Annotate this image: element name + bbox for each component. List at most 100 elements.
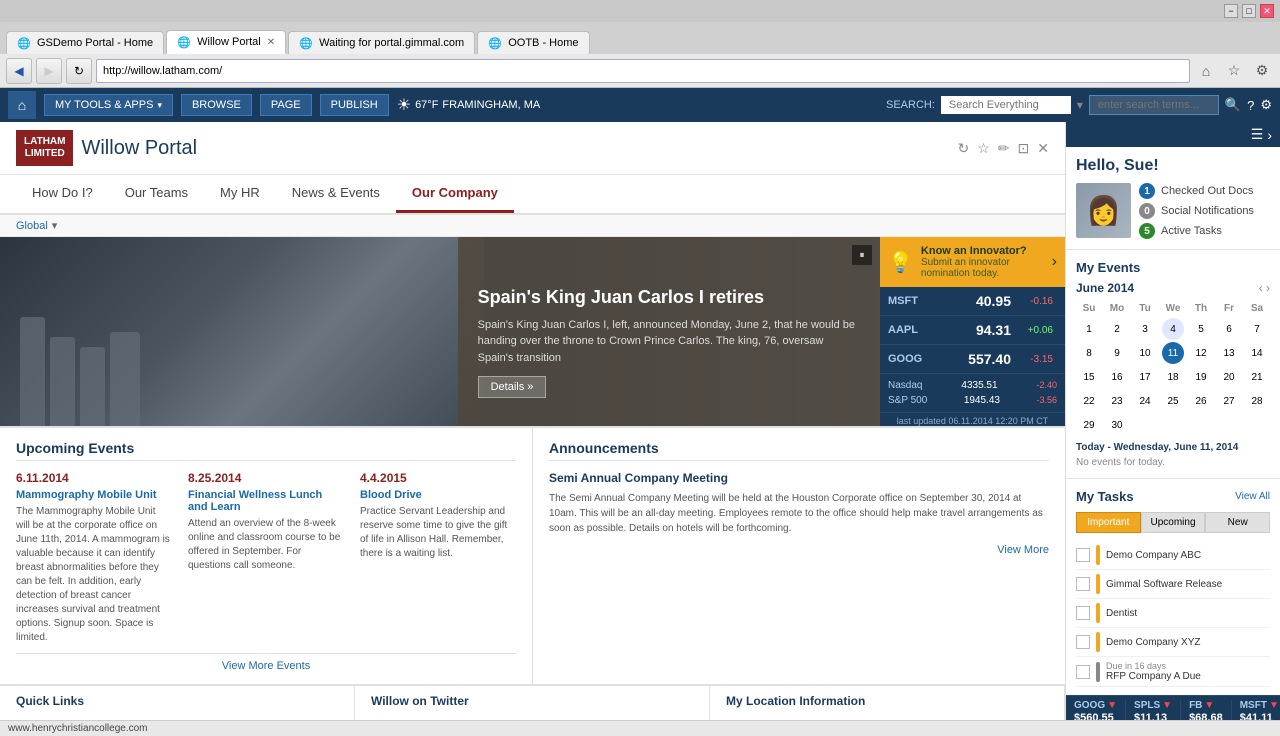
- cal-day-30[interactable]: 30: [1106, 414, 1128, 436]
- stat-label-social: Social Notifications: [1161, 205, 1254, 217]
- panel-header: ☰ ›: [1066, 122, 1280, 147]
- cal-day-26[interactable]: 26: [1190, 390, 1212, 412]
- task-checkbox-3[interactable]: [1076, 635, 1090, 649]
- cal-day-5[interactable]: 5: [1190, 318, 1212, 340]
- cal-day-8[interactable]: 8: [1078, 342, 1100, 364]
- settings-toolbar-button[interactable]: ⚙: [1260, 97, 1272, 113]
- panel-arrow-icon[interactable]: ›: [1267, 127, 1272, 143]
- nav-our-company[interactable]: Our Company: [396, 175, 514, 213]
- edit-site-icon[interactable]: ✏: [998, 140, 1010, 157]
- cal-day-3[interactable]: 3: [1134, 318, 1156, 340]
- cal-day-27[interactable]: 27: [1218, 390, 1240, 412]
- event-title-0[interactable]: Mammography Mobile Unit: [16, 489, 172, 501]
- tab-close-willowportal[interactable]: ✕: [267, 37, 275, 48]
- browse-button[interactable]: BROWSE: [181, 94, 252, 116]
- task-tab-upcoming[interactable]: Upcoming: [1141, 512, 1206, 533]
- cal-day-9[interactable]: 9: [1106, 342, 1128, 364]
- cal-day-19[interactable]: 19: [1190, 366, 1212, 388]
- home-browser-icon[interactable]: ⌂: [1194, 59, 1218, 83]
- search-submit-button[interactable]: 🔍: [1225, 97, 1241, 113]
- search-dropdown-icon[interactable]: ▾: [1077, 98, 1083, 112]
- breadcrumb-global[interactable]: Global: [16, 220, 48, 232]
- weather-info: ☀ 67°F FRAMINGHAM, MA: [397, 95, 540, 115]
- back-button[interactable]: ◀: [6, 58, 32, 84]
- tasks-view-all-link[interactable]: View All: [1235, 491, 1270, 502]
- task-checkbox-4[interactable]: [1076, 665, 1090, 679]
- cal-day-16[interactable]: 16: [1106, 366, 1128, 388]
- tab-icon-waiting: 🌐: [299, 36, 313, 50]
- cal-day-24[interactable]: 24: [1134, 390, 1156, 412]
- nav-my-hr[interactable]: My HR: [204, 175, 276, 213]
- nav-news-events[interactable]: News & Events: [276, 175, 396, 213]
- cal-day-12[interactable]: 12: [1190, 342, 1212, 364]
- favorite-site-icon[interactable]: ☆: [977, 140, 990, 157]
- announcement-title: Semi Annual Company Meeting: [549, 471, 1049, 485]
- cal-day-23[interactable]: 23: [1106, 390, 1128, 412]
- view-more-events-link[interactable]: View More Events: [16, 653, 516, 672]
- search-terms-input[interactable]: [1089, 95, 1219, 115]
- task-color-bar-2: [1096, 603, 1100, 623]
- tab-willowportal[interactable]: 🌐 Willow Portal ✕: [166, 30, 286, 54]
- task-tab-new[interactable]: New: [1205, 512, 1270, 533]
- event-title-1[interactable]: Financial Wellness Lunch and Learn: [188, 489, 344, 513]
- cal-day-2[interactable]: 2: [1106, 318, 1128, 340]
- restore-btn[interactable]: □: [1242, 4, 1256, 18]
- more-site-icon[interactable]: ✕: [1037, 140, 1049, 157]
- close-btn[interactable]: ✕: [1260, 4, 1274, 18]
- task-checkbox-2[interactable]: [1076, 606, 1090, 620]
- cal-day-22[interactable]: 22: [1078, 390, 1100, 412]
- task-checkbox-0[interactable]: [1076, 548, 1090, 562]
- nav-how-do-i[interactable]: How Do I?: [16, 175, 109, 213]
- calendar-next-button[interactable]: ›: [1266, 281, 1270, 295]
- hero-pause-button[interactable]: ⏸: [852, 245, 872, 265]
- url-input[interactable]: [96, 59, 1190, 83]
- share-site-icon[interactable]: ⊡: [1018, 140, 1030, 157]
- hero-people-section: [0, 237, 484, 426]
- tab-waiting[interactable]: 🌐 Waiting for portal.gimmal.com: [288, 31, 475, 54]
- cal-day-7[interactable]: 7: [1246, 318, 1268, 340]
- help-button[interactable]: ?: [1247, 98, 1254, 113]
- cal-day-21[interactable]: 21: [1246, 366, 1268, 388]
- hero-details-button[interactable]: Details »: [478, 376, 547, 398]
- refresh-button[interactable]: ↻: [66, 58, 92, 84]
- stock-ticker-aapl: AAPL: [888, 324, 923, 336]
- cal-day-11[interactable]: 11: [1162, 342, 1184, 364]
- stock-indices: Nasdaq 4335.51 -2.40 S&P 500 1945.43 -3.…: [880, 374, 1065, 413]
- cal-day-28[interactable]: 28: [1246, 390, 1268, 412]
- cal-day-25[interactable]: 25: [1162, 390, 1184, 412]
- task-tab-important[interactable]: Important: [1076, 512, 1141, 533]
- search-everything-input[interactable]: [941, 96, 1071, 114]
- cal-day-20[interactable]: 20: [1218, 366, 1240, 388]
- publish-button[interactable]: PUBLISH: [320, 94, 389, 116]
- cal-day-13[interactable]: 13: [1218, 342, 1240, 364]
- forward-button[interactable]: ▶: [36, 58, 62, 84]
- page-button[interactable]: PAGE: [260, 94, 312, 116]
- cal-day-4[interactable]: 4: [1162, 318, 1184, 340]
- cal-day-18[interactable]: 18: [1162, 366, 1184, 388]
- cal-day-1[interactable]: 1: [1078, 318, 1100, 340]
- tab-gsdemoportal[interactable]: 🌐 GSDemo Portal - Home: [6, 31, 164, 54]
- minimize-btn[interactable]: −: [1224, 4, 1238, 18]
- panel-menu-icon[interactable]: ☰: [1251, 126, 1264, 143]
- innovator-banner[interactable]: 💡 Know an Innovator? Submit an innovator…: [880, 237, 1065, 287]
- settings-icon[interactable]: ⚙: [1250, 59, 1274, 83]
- toolbar-home-button[interactable]: ⌂: [8, 91, 36, 119]
- my-tools-menu[interactable]: MY TOOLS & APPS ▾: [44, 94, 173, 116]
- cal-day-14[interactable]: 14: [1246, 342, 1268, 364]
- refresh-site-icon[interactable]: ↻: [958, 140, 970, 157]
- cal-day-15[interactable]: 15: [1078, 366, 1100, 388]
- event-title-2[interactable]: Blood Drive: [360, 489, 516, 501]
- cal-day-10[interactable]: 10: [1134, 342, 1156, 364]
- calendar-prev-button[interactable]: ‹: [1259, 281, 1263, 295]
- hero-carousel: Spain's King Juan Carlos I retires Spain…: [0, 237, 880, 426]
- star-icon[interactable]: ☆: [1222, 59, 1246, 83]
- hero-area: Spain's King Juan Carlos I retires Spain…: [0, 237, 1065, 426]
- tab-ootb[interactable]: 🌐 OOTB - Home: [477, 31, 589, 54]
- cal-day-6[interactable]: 6: [1218, 318, 1240, 340]
- cal-day-17[interactable]: 17: [1134, 366, 1156, 388]
- nav-our-teams[interactable]: Our Teams: [109, 175, 204, 213]
- hello-section: Hello, Sue! 👩 1 Checked Out Docs 0 Socia…: [1066, 147, 1280, 250]
- view-more-announcements-link[interactable]: View More: [549, 544, 1049, 556]
- task-checkbox-1[interactable]: [1076, 577, 1090, 591]
- cal-day-29[interactable]: 29: [1078, 414, 1100, 436]
